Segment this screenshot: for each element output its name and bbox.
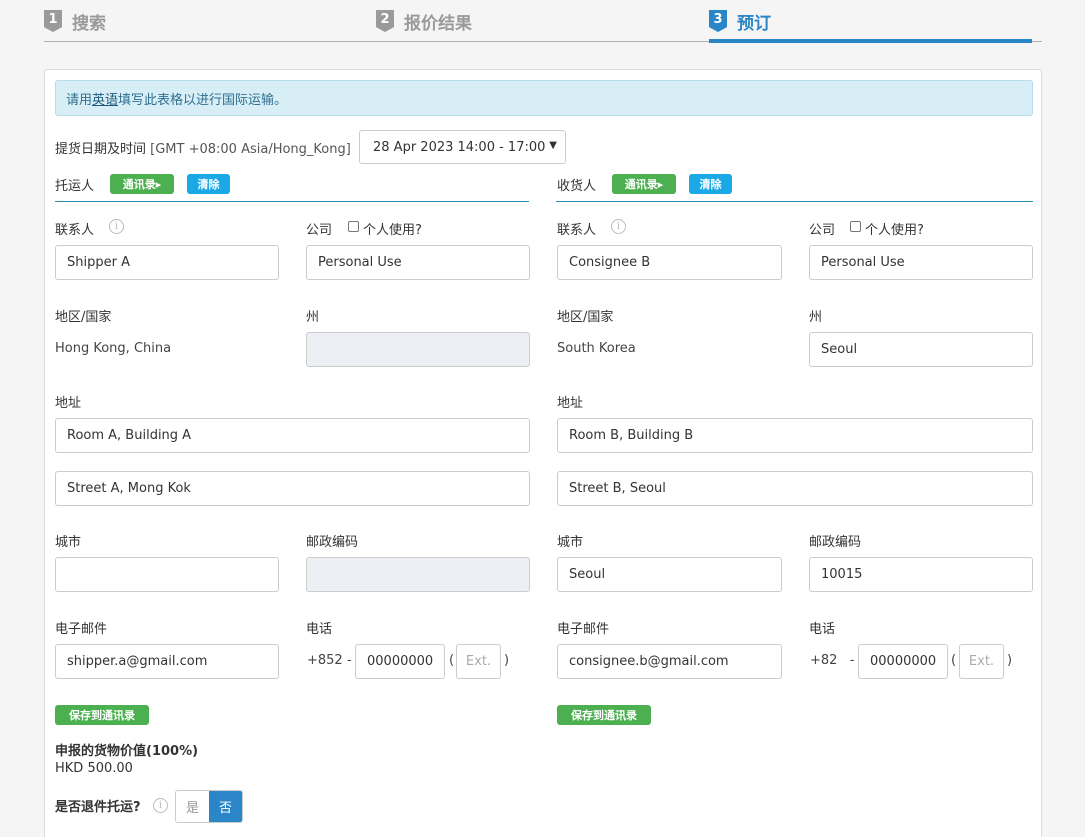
shipper-country-value: Hong Kong, China: [55, 341, 172, 356]
consignee-country-value: South Korea: [557, 341, 636, 356]
shipper-address-label: 地址: [55, 396, 82, 411]
shipper-contact-label: 联系人: [55, 223, 95, 238]
shipper-city-input[interactable]: [55, 557, 279, 592]
paren-open: (: [449, 653, 455, 668]
shipper-state-input: [306, 332, 530, 367]
step-search[interactable]: 1 搜索: [44, 9, 106, 34]
return-yes-option[interactable]: 是: [176, 791, 209, 822]
progress-steps: 1 搜索 2 报价结果 3 预订: [44, 0, 1042, 46]
english-notice: 请用 英语 填写此表格以进行国际运输。: [55, 80, 1033, 116]
consignee-save-contact-button[interactable]: 保存到通讯录: [557, 705, 651, 725]
caret-right-icon: ▸: [657, 177, 664, 191]
shipper-clear-button[interactable]: 清除: [187, 174, 230, 194]
shipper-postcode-label: 邮政编码: [306, 535, 359, 550]
consignee-email-input[interactable]: consignee.b@gmail.com: [557, 644, 782, 679]
consignee-address-book-button[interactable]: 通讯录 ▸: [612, 174, 676, 194]
consignee-city-input[interactable]: Seoul: [557, 557, 782, 592]
pickup-timezone: [GMT +08:00 Asia/Hong_Kong]: [150, 142, 351, 157]
shipper-email-label: 电子邮件: [55, 622, 108, 637]
shipper-address2-input[interactable]: Street A, Mong Kok: [55, 471, 530, 506]
shipper-phone-code: +852 -: [307, 653, 352, 668]
info-icon[interactable]: i: [153, 798, 168, 813]
shipper-state-label: 州: [306, 310, 320, 325]
pickup-label: 提货日期及时间 [GMT +08:00 Asia/Hong_Kong]: [55, 138, 351, 157]
consignee-company-input[interactable]: Personal Use: [809, 245, 1033, 280]
shipper-save-contact-button[interactable]: 保存到通讯录: [55, 705, 149, 725]
shipper-personal-checkbox[interactable]: [348, 221, 359, 232]
shipper-personal-label: 个人使用?: [363, 223, 422, 238]
paren-close: ): [1007, 653, 1013, 668]
shipper-address-book-button[interactable]: 通讯录 ▸: [110, 174, 174, 194]
phone-code-text: +852: [307, 653, 343, 668]
active-step-indicator: [709, 39, 1032, 43]
step-label: 预订: [737, 13, 771, 34]
shipper-contact-input[interactable]: Shipper A: [55, 245, 279, 280]
paren-open: (: [951, 653, 957, 668]
step-label: 报价结果: [404, 13, 472, 34]
consignee-state-label: 州: [809, 310, 823, 325]
consignee-state-input[interactable]: Seoul: [809, 332, 1033, 367]
consignee-address-label: 地址: [557, 396, 584, 411]
step-label: 搜索: [72, 13, 106, 34]
step-booking: 3 预订: [709, 9, 771, 34]
return-shipment-toggle[interactable]: 是 否: [175, 790, 243, 823]
consignee-postcode-input[interactable]: 10015: [809, 557, 1033, 592]
pickup-label-text: 提货日期及时间: [55, 142, 147, 157]
step-number: 1: [44, 10, 62, 32]
paren-close: ): [504, 653, 510, 668]
consignee-address2-input[interactable]: Street B, Seoul: [557, 471, 1033, 506]
shipper-address1-input[interactable]: Room A, Building A: [55, 418, 530, 453]
consignee-title: 收货人: [557, 179, 597, 194]
info-icon[interactable]: i: [611, 219, 626, 234]
consignee-email-label: 电子邮件: [557, 622, 610, 637]
consignee-clear-button[interactable]: 清除: [689, 174, 732, 194]
shipper-phone-input[interactable]: 00000000: [355, 644, 445, 679]
step-number: 2: [376, 10, 394, 32]
consignee-personal-label: 个人使用?: [865, 223, 924, 238]
address-book-label: 通讯录: [122, 178, 156, 191]
shipper-city-label: 城市: [55, 535, 82, 550]
caret-right-icon: ▸: [155, 177, 162, 191]
shipper-email-input[interactable]: shipper.a@gmail.com: [55, 644, 279, 679]
notice-prefix: 请用: [66, 92, 93, 108]
consignee-company-label: 公司: [809, 223, 836, 238]
shipper-ext-input[interactable]: Ext.: [456, 644, 501, 679]
consignee-divider: [556, 201, 1033, 202]
declared-value-label: 申报的货物价值(100%): [55, 744, 199, 759]
shipper-title: 托运人: [55, 179, 95, 194]
step-number: 3: [709, 10, 727, 32]
shipper-country-label: 地区/国家: [55, 310, 112, 325]
consignee-phone-label: 电话: [809, 622, 836, 637]
phone-code-text: +82: [810, 653, 838, 668]
notice-english-link: 英语: [92, 92, 119, 108]
declared-value: HKD 500.00: [55, 761, 133, 776]
consignee-country-label: 地区/国家: [557, 310, 614, 325]
consignee-postcode-label: 邮政编码: [809, 535, 862, 550]
pickup-selected-value: 28 Apr 2023 14:00 - 17:00: [373, 139, 546, 155]
consignee-personal-checkbox[interactable]: [850, 221, 861, 232]
booking-form-card: 请用 英语 填写此表格以进行国际运输。 提货日期及时间 [GMT +08:00 As…: [44, 69, 1042, 837]
info-icon[interactable]: i: [109, 219, 124, 234]
address-book-label: 通讯录: [624, 178, 658, 191]
consignee-contact-input[interactable]: Consignee B: [557, 245, 782, 280]
consignee-phone-code: +82 -: [810, 653, 855, 668]
consignee-city-label: 城市: [557, 535, 584, 550]
shipper-phone-label: 电话: [306, 622, 333, 637]
shipper-postcode-input: [306, 557, 530, 592]
return-no-option[interactable]: 否: [209, 791, 242, 822]
shipper-company-label: 公司: [306, 223, 333, 238]
shipper-divider: [55, 201, 529, 202]
step-quote-results[interactable]: 2 报价结果: [376, 9, 472, 34]
shipper-company-input[interactable]: Personal Use: [306, 245, 530, 280]
notice-suffix: 填写此表格以进行国际运输。: [118, 92, 288, 108]
return-shipment-label: 是否退件托运?: [55, 800, 141, 815]
chevron-down-icon: ▼: [549, 140, 557, 151]
consignee-contact-label: 联系人: [557, 223, 597, 238]
pickup-time-select[interactable]: 28 Apr 2023 14:00 - 17:00 ▼: [359, 130, 566, 164]
consignee-ext-input[interactable]: Ext.: [959, 644, 1004, 679]
consignee-address1-input[interactable]: Room B, Building B: [557, 418, 1033, 453]
consignee-phone-input[interactable]: 00000000: [858, 644, 948, 679]
